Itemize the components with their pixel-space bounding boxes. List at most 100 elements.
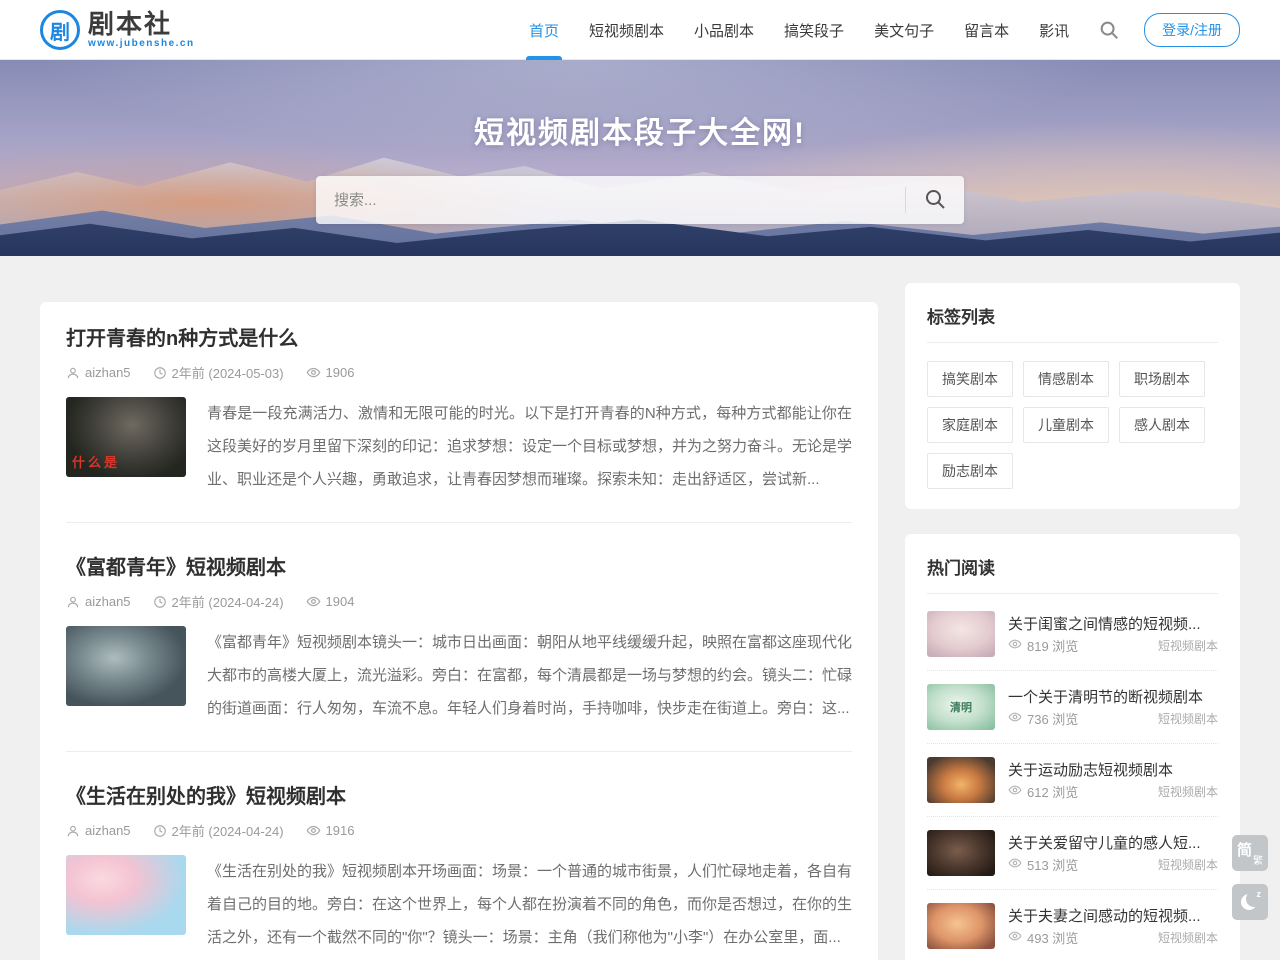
author-name[interactable]: aizhan5 [85, 823, 131, 838]
article-body: 《生活在别处的我》短视频剧本开场画面：场景：一个普通的城市街景，人们忙碌地走着，… [66, 855, 852, 954]
tag-workplace-scripts[interactable]: 职场剧本 [1119, 361, 1205, 397]
hot-read-category[interactable]: 短视频剧本 [1158, 856, 1218, 873]
article-meta: aizhan5 2年前 (2024-04-24) 1904 [66, 592, 852, 611]
divider [927, 342, 1218, 343]
views-label: 736 浏览 [1027, 709, 1078, 728]
hero-title: 短视频剧本段子大全网! [0, 108, 1280, 152]
clock-icon [153, 595, 167, 609]
publish-date: 2年前 (2024-04-24) [172, 592, 284, 611]
views-label: 612 浏览 [1027, 782, 1078, 801]
moon-icon [1241, 894, 1257, 910]
site-name: 剧本社 [88, 11, 195, 37]
article-thumbnail[interactable] [66, 626, 186, 706]
date-meta: 2年前 (2024-04-24) [153, 592, 284, 611]
article-excerpt: 《生活在别处的我》短视频剧本开场画面：场景：一个普通的城市街景，人们忙碌地走着，… [207, 855, 852, 954]
date-meta: 2年前 (2024-04-24) [153, 821, 284, 840]
article-title[interactable]: 打开青春的n种方式是什么 [66, 324, 852, 354]
publish-date: 2年前 (2024-05-03) [172, 363, 284, 382]
article-excerpt: 《富都青年》短视频剧本镜头一：城市日出画面：朝阳从地平线缓缓升起，映照在富都这座… [207, 626, 852, 725]
login-register-button[interactable]: 登录/注册 [1144, 13, 1240, 47]
hot-read-thumbnail: 清明 [927, 684, 995, 730]
publish-date: 2年前 (2024-04-24) [172, 821, 284, 840]
hot-read-title[interactable]: 关于闺蜜之间情感的短视频... [1008, 613, 1218, 634]
hot-read-info: 关于闺蜜之间情感的短视频... 819 浏览 短视频剧本 [1008, 611, 1218, 657]
dark-mode-toggle-button[interactable]: z [1232, 884, 1268, 920]
hot-read-thumbnail [927, 757, 995, 803]
article-title[interactable]: 《生活在别处的我》短视频剧本 [66, 782, 852, 812]
views-label: 493 浏览 [1027, 928, 1078, 947]
hot-read-title[interactable]: 关于运动励志短视频剧本 [1008, 759, 1218, 780]
view-count: 1906 [326, 365, 355, 380]
sidebar: 标签列表 搞笑剧本 情感剧本 职场剧本 家庭剧本 儿童剧本 感人剧本 励志剧本 … [905, 283, 1240, 960]
nav-item-home[interactable]: 首页 [514, 0, 574, 60]
clock-icon [153, 366, 167, 380]
tag-emotional-scripts[interactable]: 情感剧本 [1023, 361, 1109, 397]
nav-item-sketch-scripts[interactable]: 小品剧本 [679, 0, 769, 60]
user-icon [66, 595, 80, 609]
date-meta: 2年前 (2024-05-03) [153, 363, 284, 382]
tag-touching-scripts[interactable]: 感人剧本 [1119, 407, 1205, 443]
author-name[interactable]: aizhan5 [85, 365, 131, 380]
page-content: 打开青春的n种方式是什么 aizhan5 2年前 (2024-05-03) 19… [40, 256, 1240, 960]
article-thumbnail[interactable]: 什么是 [66, 397, 186, 477]
thumbnail-caption: 什么是 [72, 452, 120, 471]
sleep-z-icon: z [1257, 889, 1262, 899]
nav-label: 影讯 [1039, 20, 1069, 41]
nav-item-movie-news[interactable]: 影讯 [1024, 0, 1084, 60]
article-thumbnail[interactable] [66, 855, 186, 935]
nav-label: 短视频剧本 [589, 20, 664, 41]
logo-text: 剧本社 www.jubenshe.cn [88, 11, 195, 49]
simplified-traditional-toggle-button[interactable]: 简 繁 [1232, 835, 1268, 871]
hot-read-info: 关于运动励志短视频剧本 612 浏览 短视频剧本 [1008, 757, 1218, 803]
nav-item-short-video-scripts[interactable]: 短视频剧本 [574, 0, 679, 60]
eye-icon [306, 594, 321, 609]
article-item: 打开青春的n种方式是什么 aizhan5 2年前 (2024-05-03) 19… [66, 302, 852, 523]
hot-read-item[interactable]: 关于夫妻之间感动的短视频... 493 浏览 短视频剧本 [927, 890, 1218, 960]
user-icon [66, 366, 80, 380]
nav-item-beautiful-sentences[interactable]: 美文句子 [859, 0, 949, 60]
hot-read-item[interactable]: 关于闺蜜之间情感的短视频... 819 浏览 短视频剧本 [927, 598, 1218, 671]
nav-label: 留言本 [964, 20, 1009, 41]
clock-icon [153, 824, 167, 838]
site-logo[interactable]: 剧 剧本社 www.jubenshe.cn [40, 10, 195, 50]
hero-search-button[interactable] [906, 176, 964, 224]
article-title[interactable]: 《富都青年》短视频剧本 [66, 553, 852, 583]
hero-search-input[interactable] [316, 176, 905, 224]
hot-reads-list: 关于闺蜜之间情感的短视频... 819 浏览 短视频剧本 清明 [927, 598, 1218, 960]
tag-children-scripts[interactable]: 儿童剧本 [1023, 407, 1109, 443]
author-meta: aizhan5 [66, 365, 131, 380]
hot-read-category[interactable]: 短视频剧本 [1158, 929, 1218, 946]
hot-read-item[interactable]: 关于关爱留守儿童的感人短... 513 浏览 短视频剧本 [927, 817, 1218, 890]
tag-list-heading: 标签列表 [927, 303, 1218, 328]
hot-read-category[interactable]: 短视频剧本 [1158, 637, 1218, 654]
hot-read-item[interactable]: 关于运动励志短视频剧本 612 浏览 短视频剧本 [927, 744, 1218, 817]
user-icon [66, 824, 80, 838]
hot-read-meta: 493 浏览 短视频剧本 [1008, 928, 1218, 947]
tag-funny-scripts[interactable]: 搞笑剧本 [927, 361, 1013, 397]
hot-read-title[interactable]: 关于夫妻之间感动的短视频... [1008, 905, 1218, 926]
hot-reads-card: 热门阅读 关于闺蜜之间情感的短视频... 819 浏览 短视频剧本 [905, 534, 1240, 960]
author-meta: aizhan5 [66, 823, 131, 838]
author-name[interactable]: aizhan5 [85, 594, 131, 609]
hot-read-category[interactable]: 短视频剧本 [1158, 710, 1218, 727]
hot-read-title[interactable]: 关于关爱留守儿童的感人短... [1008, 832, 1218, 853]
divider [927, 593, 1218, 594]
header-search-icon[interactable] [1098, 19, 1120, 41]
hot-read-views: 612 浏览 [1008, 782, 1078, 801]
hot-read-category[interactable]: 短视频剧本 [1158, 783, 1218, 800]
tag-inspirational-scripts[interactable]: 励志剧本 [927, 453, 1013, 489]
article-item: 《生活在别处的我》短视频剧本 aizhan5 2年前 (2024-04-24) … [66, 752, 852, 960]
author-meta: aizhan5 [66, 594, 131, 609]
active-underline [526, 56, 562, 60]
hot-read-item[interactable]: 清明 一个关于清明节的断视频剧本 736 浏览 短视频剧本 [927, 671, 1218, 744]
nav-item-funny-jokes[interactable]: 搞笑段子 [769, 0, 859, 60]
thumbnail-caption: 清明 [950, 699, 972, 715]
tag-family-scripts[interactable]: 家庭剧本 [927, 407, 1013, 443]
hot-read-title[interactable]: 一个关于清明节的断视频剧本 [1008, 686, 1218, 707]
views-label: 513 浏览 [1027, 855, 1078, 874]
header-inner: 剧 剧本社 www.jubenshe.cn 首页 短视频剧本 小品剧本 搞笑段子 [40, 0, 1240, 60]
tag-list-card: 标签列表 搞笑剧本 情感剧本 职场剧本 家庭剧本 儿童剧本 感人剧本 励志剧本 [905, 283, 1240, 509]
hot-read-views: 819 浏览 [1008, 636, 1078, 655]
main-nav: 首页 短视频剧本 小品剧本 搞笑段子 美文句子 留言本 影讯 [514, 0, 1084, 60]
nav-item-guestbook[interactable]: 留言本 [949, 0, 1024, 60]
